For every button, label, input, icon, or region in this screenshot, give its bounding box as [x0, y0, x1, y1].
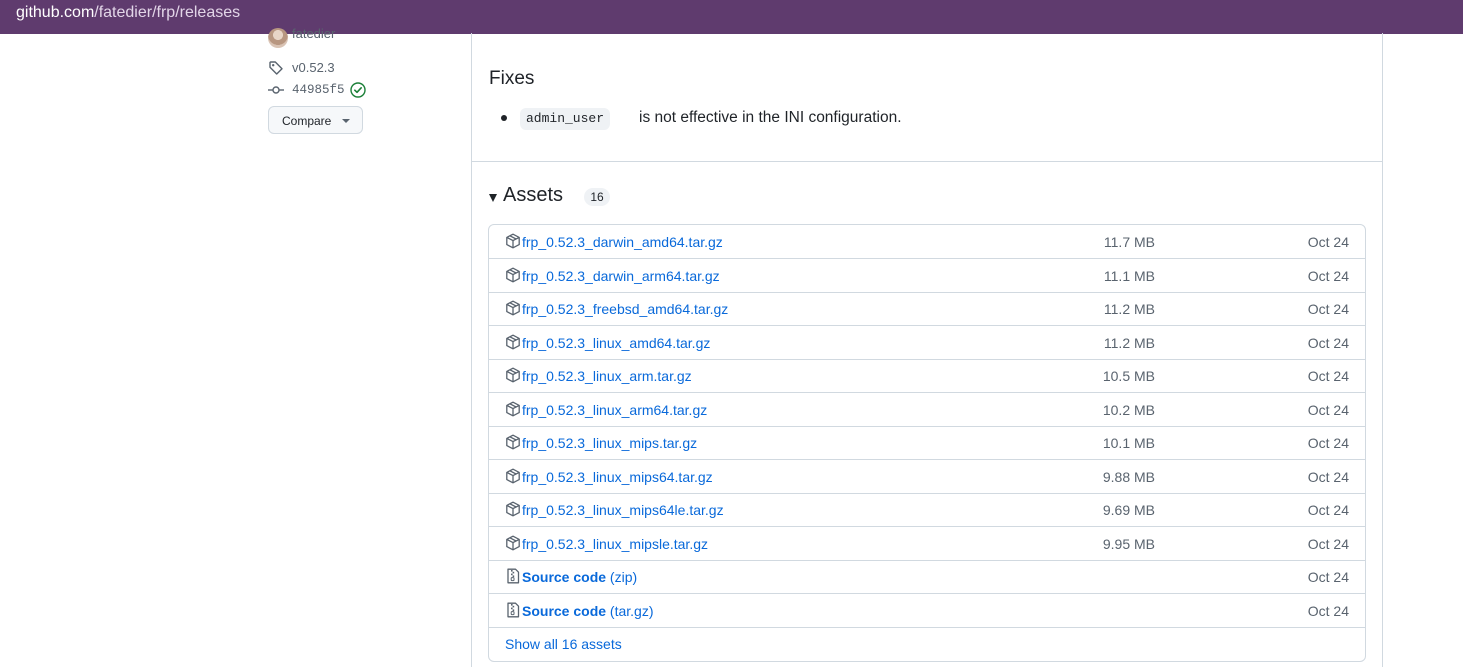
package-icon: [506, 300, 520, 316]
release-body: Fixes admin_user is not effective in the…: [471, 33, 1383, 667]
asset-download-link[interactable]: frp_0.52.3_linux_arm.tar.gz: [522, 368, 692, 384]
asset-date: Oct 24: [1307, 602, 1349, 619]
file-zip-icon: [507, 602, 520, 617]
commit-sha[interactable]: 44985f5: [292, 83, 345, 97]
asset-date: Oct 24: [1307, 334, 1349, 351]
asset-download-link[interactable]: frp_0.52.3_linux_amd64.tar.gz: [522, 335, 710, 351]
file-zip-icon: [507, 568, 520, 584]
asset-download-link[interactable]: frp_0.52.3_darwin_arm64.tar.gz: [522, 268, 720, 284]
chevron-down-icon: [342, 119, 350, 123]
asset-row: frp_0.52.3_linux_mipsle.tar.gz 9.95 MB Oct…: [489, 527, 1365, 561]
asset-size: 10.5 MB: [1102, 368, 1155, 384]
package-icon: [506, 434, 520, 450]
assets-count-badge: 16: [584, 188, 610, 206]
package-icon: [506, 401, 520, 416]
assets-list: Show all 16 assets frp_0.52.3_darwin_amd…: [488, 224, 1366, 662]
browser-address-bar[interactable]: github.com/fatedier/frp/releases: [0, 0, 1463, 34]
asset-download-link[interactable]: frp_0.52.3_freebsd_amd64.tar.gz: [522, 301, 728, 317]
asset-size: 10.2 MB: [1102, 401, 1155, 418]
verified-check-icon[interactable]: [350, 82, 366, 98]
asset-row: frp_0.52.3_linux_arm.tar.gz 10.5 MB Oct 24: [489, 359, 1365, 393]
asset-download-link[interactable]: frp_0.52.3_linux_mipsle.tar.gz: [522, 536, 708, 552]
asset-row: frp_0.52.3_linux_amd64.tar.gz 11.2 MB Oct …: [489, 326, 1365, 360]
asset-size: 9.88 MB: [1102, 468, 1155, 485]
source-code-format: (zip): [609, 569, 638, 585]
asset-download-link[interactable]: frp_0.52.3_darwin_amd64.tar.gz: [522, 234, 723, 250]
source-code-row: Source code (tar.gz) Oct 24: [489, 594, 1365, 628]
asset-size: 11.2 MB: [1103, 334, 1155, 351]
asset-row: frp_0.52.3_darwin_arm64.tar.gz 11.1 MB Oct…: [489, 259, 1365, 293]
asset-row: frp_0.52.3_freebsd_amd64.tar.gz 11.2 MB Oc…: [489, 292, 1365, 326]
asset-download-link[interactable]: frp_0.52.3_linux_mips64le.tar.gz: [522, 502, 724, 518]
tag-label[interactable]: v0.52.3: [292, 60, 335, 75]
asset-download-link[interactable]: frp_0.52.3_linux_mips.tar.gz: [522, 435, 697, 451]
asset-size: 11.1 MB: [1103, 267, 1155, 284]
asset-date: Oct 24: [1307, 368, 1349, 384]
compare-label: Compare: [282, 114, 332, 128]
assets-heading[interactable]: Assets: [503, 184, 563, 207]
source-code-row: Source code (zip) Oct 24: [489, 560, 1365, 594]
asset-size: 9.95 MB: [1102, 535, 1155, 552]
package-icon: [506, 535, 520, 550]
package-icon: [506, 367, 520, 383]
show-all-assets-link[interactable]: Show all 16 assets: [505, 636, 622, 652]
url-path: /fatedier/frp/releases: [94, 4, 241, 21]
url-host: github.com: [16, 4, 95, 21]
source-code-label: Source code: [522, 602, 607, 619]
asset-size: 10.1 MB: [1102, 435, 1155, 451]
fix-description: is not effective in the INI configuratio…: [639, 109, 902, 126]
inline-code: admin_user: [520, 108, 611, 130]
asset-date: Oct 24: [1307, 468, 1349, 485]
package-icon: [506, 468, 520, 483]
tag-icon: [269, 61, 283, 75]
source-code-label: Source code: [522, 569, 607, 585]
package-icon: [506, 233, 520, 249]
address-url[interactable]: github.com/fatedier/frp/releases: [16, 4, 240, 22]
asset-date: Oct 24: [1307, 569, 1349, 585]
asset-row: frp_0.52.3_linux_mips64.tar.gz 9.88 MB Oct…: [489, 460, 1365, 494]
bullet: [501, 115, 507, 121]
commit-icon: [268, 86, 284, 94]
source-code-link[interactable]: Source code (tar.gz): [522, 603, 654, 619]
section-divider: [472, 161, 1382, 162]
asset-date: Oct 24: [1307, 267, 1349, 284]
asset-date: Oct 24: [1307, 301, 1349, 317]
asset-row: frp_0.52.3_linux_mips64le.tar.gz 9.69 MB O…: [489, 493, 1365, 527]
asset-row: frp_0.52.3_linux_mips.tar.gz 10.1 MB Oct 2…: [489, 426, 1365, 460]
asset-size: 11.7 MB: [1103, 234, 1155, 250]
compare-button[interactable]: Compare: [268, 106, 363, 134]
source-code-format: (tar.gz): [609, 602, 654, 619]
triangle-down-icon[interactable]: [489, 194, 497, 202]
author-name[interactable]: fatedier: [292, 26, 335, 41]
asset-row: frp_0.52.3_linux_arm64.tar.gz 10.2 MB Oct …: [489, 393, 1365, 427]
source-code-link[interactable]: Source code (zip): [522, 569, 637, 585]
fixes-heading: Fixes: [489, 68, 535, 89]
package-icon: [506, 501, 520, 517]
asset-date: Oct 24: [1307, 401, 1349, 418]
package-icon: [506, 267, 520, 282]
asset-date: Oct 24: [1307, 502, 1349, 518]
asset-date: Oct 24: [1307, 435, 1349, 451]
asset-row: frp_0.52.3_darwin_amd64.tar.gz 11.7 MB Oct…: [489, 225, 1365, 259]
asset-date: Oct 24: [1307, 234, 1349, 250]
asset-download-link[interactable]: frp_0.52.3_linux_mips64.tar.gz: [522, 469, 713, 485]
asset-size: 9.69 MB: [1102, 502, 1155, 518]
asset-download-link[interactable]: frp_0.52.3_linux_arm64.tar.gz: [522, 402, 707, 418]
asset-date: Oct 24: [1307, 535, 1349, 552]
package-icon: [506, 334, 520, 349]
avatar[interactable]: [268, 28, 288, 48]
asset-size: 11.2 MB: [1103, 301, 1155, 317]
